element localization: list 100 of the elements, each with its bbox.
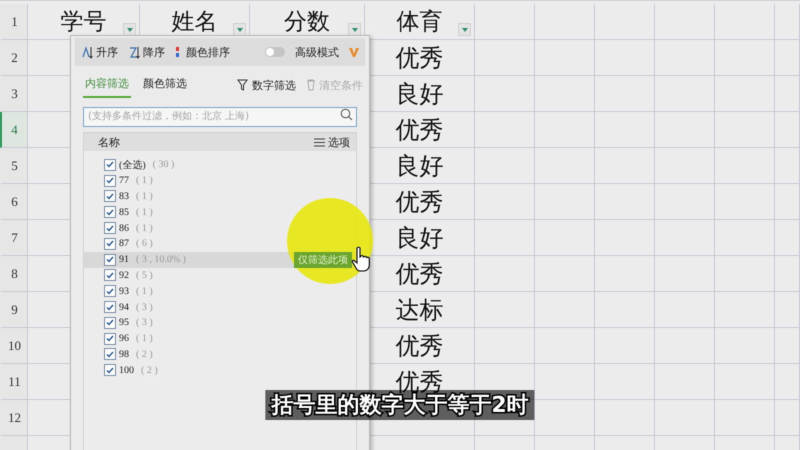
table-cell[interactable] — [775, 400, 800, 436]
filter-dropdown-button[interactable] — [348, 23, 361, 36]
filter-list-item[interactable]: 96 ( 1 ) — [84, 330, 157, 347]
filter-list-item[interactable]: 85 ( 1 ) — [84, 204, 157, 220]
table-cell[interactable] — [475, 256, 535, 292]
filter-list-item[interactable]: (全选) ( 30 ) — [84, 157, 178, 173]
checkbox[interactable] — [104, 316, 116, 329]
table-cell[interactable] — [535, 328, 595, 364]
table-cell[interactable] — [535, 256, 595, 292]
checkbox[interactable] — [104, 158, 116, 171]
table-cell[interactable] — [655, 76, 715, 112]
checkbox[interactable] — [104, 285, 116, 298]
table-cell[interactable] — [655, 4, 715, 40]
table-cell[interactable] — [535, 184, 595, 220]
table-cell[interactable] — [775, 148, 800, 184]
checkbox[interactable] — [104, 206, 116, 218]
table-cell[interactable] — [535, 4, 595, 40]
filter-list-item[interactable]: 94 ( 3 ) — [84, 299, 157, 315]
table-cell[interactable] — [655, 328, 715, 364]
table-cell[interactable] — [775, 184, 800, 220]
filter-dropdown-button[interactable] — [233, 23, 246, 36]
table-cell[interactable] — [775, 292, 800, 328]
checkbox[interactable] — [104, 254, 116, 266]
table-cell[interactable] — [475, 220, 535, 256]
table-cell[interactable] — [775, 112, 800, 148]
table-cell[interactable] — [475, 40, 535, 76]
filter-list-item[interactable]: 87 ( 6 ) — [84, 236, 157, 252]
sort-button[interactable]: 升序 — [81, 44, 118, 60]
filter-list-item[interactable]: 92 ( 5 ) — [84, 268, 157, 284]
checkbox[interactable] — [104, 332, 116, 345]
table-cell[interactable] — [775, 220, 800, 256]
table-cell[interactable] — [655, 256, 715, 292]
table-cell[interactable] — [655, 148, 715, 184]
toggle-switch[interactable] — [265, 47, 285, 57]
checkbox[interactable] — [104, 301, 116, 314]
search-field[interactable]: (支持多条件过滤，例如：北京 上海) — [83, 106, 357, 126]
table-cell[interactable] — [715, 148, 775, 184]
table-cell[interactable] — [475, 328, 535, 364]
table-cell[interactable] — [595, 256, 655, 292]
checkbox[interactable] — [104, 348, 116, 360]
table-cell[interactable] — [535, 40, 595, 76]
table-cell[interactable] — [595, 220, 655, 256]
checkbox[interactable] — [104, 190, 116, 202]
table-cell[interactable] — [775, 328, 800, 364]
table-cell[interactable] — [715, 400, 775, 436]
table-cell[interactable] — [535, 364, 595, 400]
column-header-cell[interactable]: 体育 — [365, 4, 475, 40]
table-cell[interactable] — [775, 40, 800, 76]
table-cell[interactable] — [715, 328, 775, 364]
table-cell[interactable] — [655, 364, 715, 400]
number-filter-button[interactable]: 数字筛选 — [237, 78, 296, 92]
table-cell[interactable] — [715, 364, 775, 400]
filter-list-item[interactable]: 95 ( 3 ) — [84, 314, 157, 331]
checkbox[interactable] — [104, 269, 116, 282]
table-cell[interactable] — [535, 220, 595, 256]
table-cell[interactable] — [475, 148, 535, 184]
table-cell[interactable] — [595, 364, 655, 400]
checkbox[interactable] — [104, 222, 116, 234]
checkbox[interactable] — [104, 238, 116, 250]
table-cell[interactable] — [715, 4, 775, 40]
table-cell[interactable] — [715, 112, 775, 148]
table-cell[interactable] — [475, 292, 535, 328]
table-cell[interactable] — [715, 256, 775, 292]
table-cell[interactable] — [655, 40, 715, 76]
table-cell[interactable] — [595, 76, 655, 112]
checkbox[interactable] — [104, 364, 116, 376]
filter-dropdown-button[interactable] — [458, 23, 471, 36]
table-cell[interactable] — [595, 112, 655, 148]
table-cell[interactable] — [595, 40, 655, 76]
filter-list-item[interactable]: 98 ( 2 ) — [84, 346, 157, 362]
table-cell[interactable] — [595, 328, 655, 364]
table-cell[interactable] — [655, 184, 715, 220]
table-cell[interactable] — [655, 292, 715, 328]
table-cell[interactable] — [715, 40, 775, 76]
table-cell[interactable] — [715, 220, 775, 256]
filter-list-item[interactable]: 83 ( 1 ) — [84, 188, 157, 204]
filter-tab[interactable]: 颜色筛选 — [141, 72, 189, 98]
table-cell[interactable] — [715, 292, 775, 328]
table-cell[interactable] — [655, 112, 715, 148]
table-cell[interactable] — [595, 148, 655, 184]
table-cell[interactable] — [475, 76, 535, 112]
table-cell[interactable] — [595, 4, 655, 40]
sort-button[interactable]: 降序 — [128, 44, 165, 60]
checkbox[interactable] — [104, 174, 116, 187]
filter-list-item[interactable]: 100 ( 2 ) — [84, 362, 162, 378]
table-cell[interactable] — [475, 184, 535, 220]
table-cell[interactable] — [535, 400, 595, 436]
table-cell[interactable] — [535, 76, 595, 112]
table-cell[interactable] — [775, 76, 800, 112]
filter-list-item[interactable]: 77 ( 1 ) — [84, 172, 157, 189]
filter-dropdown-button[interactable] — [123, 23, 136, 36]
table-cell[interactable] — [775, 4, 800, 40]
options-button[interactable]: 选项 — [314, 134, 350, 150]
table-cell[interactable] — [655, 220, 715, 256]
table-cell[interactable] — [535, 148, 595, 184]
table-cell[interactable] — [595, 184, 655, 220]
table-cell[interactable] — [595, 292, 655, 328]
filter-list-item[interactable]: 93 ( 1 ) — [84, 283, 157, 300]
table-cell[interactable] — [655, 400, 715, 436]
table-cell[interactable] — [595, 400, 655, 436]
